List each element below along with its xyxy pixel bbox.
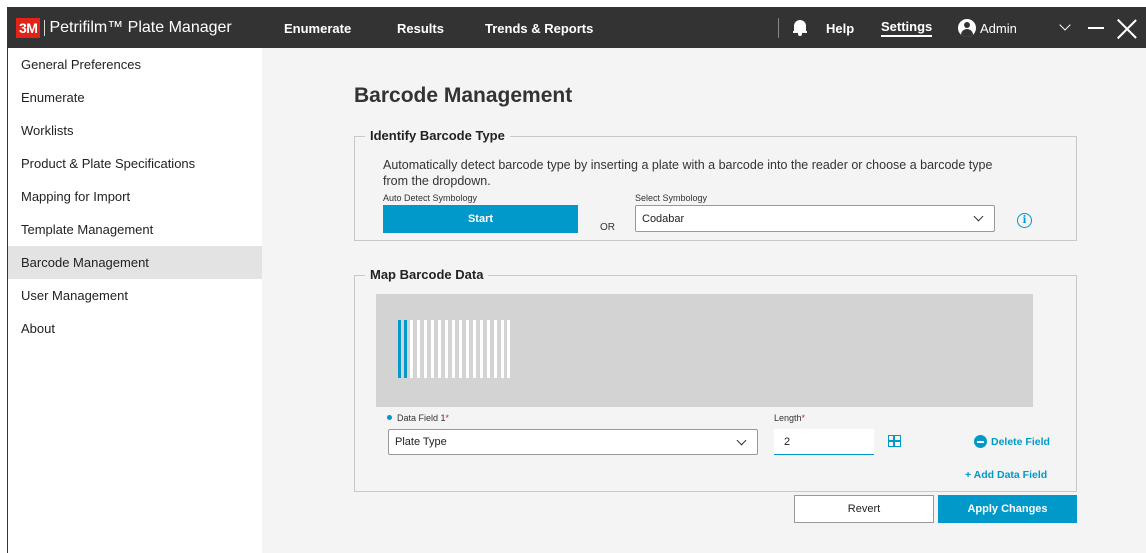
sidebar-item-enumerate[interactable]: Enumerate bbox=[8, 81, 262, 114]
identify-barcode-section: Identify Barcode Type Automatically dete… bbox=[354, 128, 1077, 241]
length-required: * bbox=[801, 413, 806, 423]
active-field-dot bbox=[387, 415, 392, 420]
data-field-required: * bbox=[445, 413, 450, 423]
nav-trends-reports[interactable]: Trends & Reports bbox=[485, 8, 593, 48]
data-field-select-value: Plate Type bbox=[395, 436, 447, 448]
barcode-bars-image bbox=[398, 320, 518, 378]
data-field-select[interactable]: Plate Type bbox=[388, 429, 758, 455]
start-auto-detect-button[interactable]: Start bbox=[383, 205, 578, 233]
minimize-icon[interactable] bbox=[1088, 27, 1104, 29]
chevron-down-icon[interactable] bbox=[1059, 19, 1071, 31]
map-barcode-section: Map Barcode Data Data Field 1* Plate Typ… bbox=[354, 267, 1077, 492]
barcode-preview bbox=[376, 294, 1033, 407]
nav-results[interactable]: Results bbox=[397, 8, 444, 48]
symbology-select-value: Codabar bbox=[642, 212, 685, 225]
apply-changes-button[interactable]: Apply Changes bbox=[938, 495, 1077, 523]
bell-icon[interactable] bbox=[793, 18, 807, 36]
nav-settings[interactable]: Settings bbox=[881, 8, 933, 48]
length-input[interactable] bbox=[774, 429, 874, 455]
main-content: Barcode Management Identify Barcode Type… bbox=[262, 48, 1146, 553]
add-data-field-button[interactable]: + Add Data Field bbox=[965, 469, 1047, 481]
sidebar-item-worklists[interactable]: Worklists bbox=[8, 114, 262, 147]
sidebar-item-template-management[interactable]: Template Management bbox=[8, 213, 262, 246]
nav-help[interactable]: Help bbox=[826, 8, 854, 48]
identify-barcode-legend: Identify Barcode Type bbox=[365, 128, 510, 143]
settings-sidebar: General Preferences Enumerate Worklists … bbox=[8, 48, 262, 553]
symbology-select[interactable]: Codabar bbox=[635, 205, 995, 232]
top-bar: 3M Petrifilm™ Plate Manager Enumerate Re… bbox=[8, 8, 1146, 48]
grid-icon[interactable] bbox=[888, 435, 901, 447]
chevron-down-icon bbox=[736, 435, 747, 446]
delete-field-label: Delete Field bbox=[991, 435, 1050, 448]
map-barcode-legend: Map Barcode Data bbox=[365, 267, 489, 282]
info-icon[interactable]: i bbox=[1017, 213, 1032, 228]
data-field-label-text: Data Field 1 bbox=[397, 413, 446, 423]
page-title: Barcode Management bbox=[354, 84, 573, 107]
length-label-text: Length bbox=[774, 413, 802, 423]
user-menu-label[interactable]: Admin bbox=[980, 8, 1017, 48]
sidebar-item-about[interactable]: About bbox=[8, 312, 262, 345]
sidebar-item-barcode-management[interactable]: Barcode Management bbox=[8, 246, 262, 279]
brand-divider bbox=[44, 20, 46, 36]
brand-logo: 3M bbox=[16, 18, 41, 38]
close-icon[interactable] bbox=[1116, 18, 1138, 40]
select-symbology-label: Select Symbology bbox=[635, 193, 708, 203]
app-window: 3M Petrifilm™ Plate Manager Enumerate Re… bbox=[7, 7, 1146, 553]
or-label: OR bbox=[600, 222, 615, 233]
length-label: Length* bbox=[774, 413, 805, 423]
nav-settings-label: Settings bbox=[881, 19, 933, 37]
revert-button[interactable]: Revert bbox=[794, 495, 934, 523]
brand: 3M Petrifilm™ Plate Manager bbox=[16, 8, 232, 48]
nav-divider bbox=[778, 18, 779, 38]
identify-description: Automatically detect barcode type by ins… bbox=[383, 158, 993, 188]
sidebar-item-general-preferences[interactable]: General Preferences bbox=[8, 48, 262, 81]
user-circle-icon[interactable] bbox=[958, 19, 976, 37]
sidebar-item-mapping-for-import[interactable]: Mapping for Import bbox=[8, 180, 262, 213]
nav-enumerate[interactable]: Enumerate bbox=[284, 8, 351, 48]
minus-circle-icon bbox=[974, 435, 987, 448]
data-field-label: Data Field 1* bbox=[397, 413, 449, 423]
app-title: Petrifilm™ Plate Manager bbox=[49, 19, 232, 36]
sidebar-item-product-plate-specifications[interactable]: Product & Plate Specifications bbox=[8, 147, 262, 180]
sidebar-item-user-management[interactable]: User Management bbox=[8, 279, 262, 312]
auto-detect-label: Auto Detect Symbology bbox=[383, 193, 478, 203]
delete-field-button[interactable]: Delete Field bbox=[974, 435, 1050, 448]
chevron-down-icon bbox=[973, 211, 984, 222]
